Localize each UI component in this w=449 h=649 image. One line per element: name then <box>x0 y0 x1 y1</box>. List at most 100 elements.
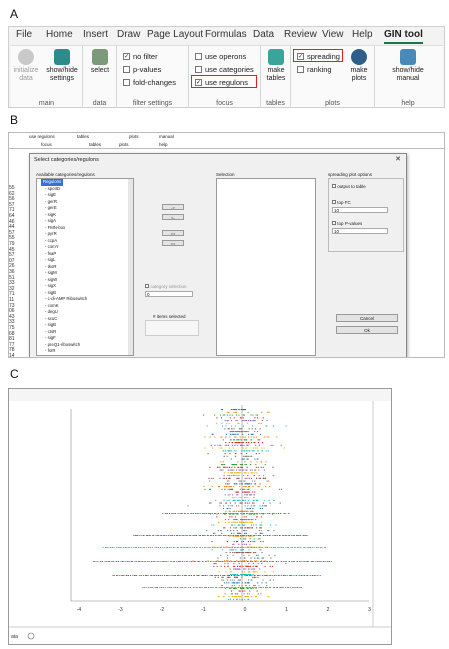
data-point <box>219 444 221 446</box>
category-select[interactable]: 0 <box>145 291 193 297</box>
add-sheet-icon[interactable] <box>27 632 35 640</box>
top-p-input[interactable]: 10 <box>332 228 388 234</box>
data-point <box>231 585 233 587</box>
tab-draw[interactable]: Draw <box>117 29 140 40</box>
data-point <box>220 469 222 471</box>
close-icon[interactable]: ✕ <box>395 155 401 163</box>
data-point <box>237 433 239 435</box>
data-point <box>245 486 247 488</box>
data-point <box>95 561 97 562</box>
tab-file[interactable]: File <box>16 29 32 40</box>
ranking-checkbox[interactable]: ranking <box>297 65 332 74</box>
remove-all-button[interactable]: << <box>162 240 184 246</box>
data-point <box>319 561 321 562</box>
show-hide-settings-button[interactable]: show/hide settings <box>45 49 79 83</box>
data-point <box>209 575 211 576</box>
tab-formulas[interactable]: Formulas <box>205 29 247 40</box>
data-point <box>262 466 264 468</box>
data-point <box>227 420 229 422</box>
p-values-checkbox[interactable]: p-values <box>123 65 161 74</box>
data-point <box>245 560 247 562</box>
ok-button[interactable]: Ok <box>336 326 398 334</box>
tab-review[interactable]: Review <box>284 29 317 40</box>
data-point <box>239 510 241 512</box>
data-point <box>272 475 274 477</box>
data-point <box>273 499 275 501</box>
scrollbar[interactable] <box>128 179 133 355</box>
data-point <box>257 554 259 556</box>
tab-help[interactable]: Help <box>352 29 373 40</box>
data-point <box>272 587 274 588</box>
tab-insert[interactable]: Insert <box>83 29 108 40</box>
data-point <box>215 587 217 588</box>
data-point <box>249 543 251 545</box>
data-point <box>225 483 227 485</box>
available-list[interactable]: Regulons - spoIID - sigE - gerR - gerE - sigK… <box>36 178 134 356</box>
category-selection-label[interactable]: category selection <box>145 284 187 289</box>
data-point <box>233 475 235 477</box>
data-point <box>253 535 255 536</box>
list-item[interactable]: - fsrR <box>37 348 133 355</box>
data-point <box>242 409 244 411</box>
data-point <box>235 433 237 435</box>
data-point <box>220 535 222 536</box>
data-point <box>243 510 245 512</box>
data-point <box>313 547 315 548</box>
data-point <box>246 444 248 446</box>
initialize-data-button[interactable]: initialize data <box>13 49 39 83</box>
data-point <box>232 439 234 441</box>
data-point <box>229 530 231 532</box>
tab-gin-tool[interactable]: GIN tool <box>384 29 423 44</box>
data-point <box>274 547 276 548</box>
data-point <box>312 575 314 576</box>
output-table-checkbox[interactable]: output to table <box>332 184 366 189</box>
data-point <box>175 535 177 536</box>
selection-list[interactable] <box>216 178 316 356</box>
top-fc-checkbox[interactable]: top FC <box>332 200 351 205</box>
use-categories-checkbox[interactable]: use categories <box>195 65 254 74</box>
data-point <box>210 513 212 514</box>
data-point <box>245 574 247 576</box>
data-point <box>286 535 288 536</box>
no-filter-checkbox[interactable]: ✓ no filter <box>123 52 158 61</box>
tab-data[interactable]: Data <box>253 29 274 40</box>
data-point <box>167 561 169 562</box>
data-point <box>193 535 195 536</box>
data-point <box>315 561 317 562</box>
top-fc-input[interactable]: 10 <box>332 207 388 213</box>
add-all-button[interactable]: >> <box>162 230 184 236</box>
make-plots-button[interactable]: make plots <box>345 49 373 83</box>
data-point <box>266 436 268 438</box>
remove-button[interactable]: <- <box>162 214 184 220</box>
data-point <box>150 547 152 548</box>
data-point <box>292 561 294 562</box>
tab-page-layout[interactable]: Page Layout <box>147 29 203 40</box>
add-button[interactable]: -> <box>162 204 184 210</box>
fold-changes-checkbox[interactable]: fold-changes <box>123 78 176 87</box>
data-point <box>240 439 242 441</box>
data-point <box>135 547 137 548</box>
data-point <box>238 480 240 482</box>
tab-home[interactable]: Home <box>46 29 73 40</box>
data-point <box>257 593 259 595</box>
use-operons-checkbox[interactable]: use operons <box>195 52 246 61</box>
make-tables-button[interactable]: make tables <box>263 49 289 83</box>
data-point <box>247 561 249 562</box>
data-point <box>221 422 223 424</box>
data-point <box>183 513 185 514</box>
select-button[interactable]: select <box>87 49 113 75</box>
data-point <box>128 575 129 576</box>
data-point <box>189 561 191 562</box>
top-p-checkbox[interactable]: top P-values <box>332 221 362 226</box>
data-point <box>256 461 258 463</box>
cancel-button[interactable]: Cancel <box>336 314 398 322</box>
data-point <box>238 431 240 433</box>
data-point <box>207 513 209 514</box>
tab-view[interactable]: View <box>322 29 344 40</box>
data-point <box>256 477 258 479</box>
show-hide-manual-button[interactable]: show/hide manual <box>389 49 427 83</box>
sheet-tab[interactable]: ata <box>11 634 18 640</box>
data-point <box>216 547 218 548</box>
data-point <box>214 444 216 446</box>
data-point <box>236 575 238 576</box>
